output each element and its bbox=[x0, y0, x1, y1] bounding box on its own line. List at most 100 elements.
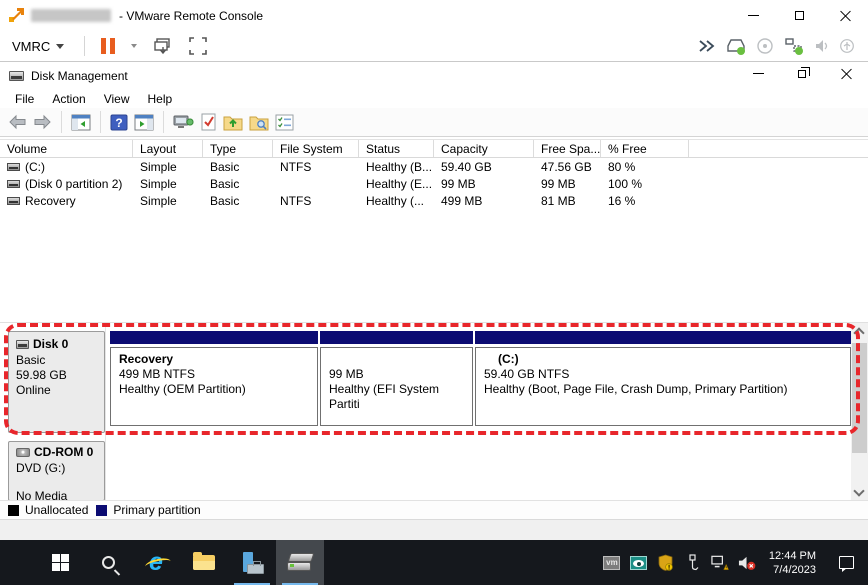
back-icon[interactable] bbox=[8, 114, 27, 130]
table-row[interactable]: (Disk 0 partition 2) Simple Basic Health… bbox=[0, 175, 868, 192]
chevron-down-icon bbox=[56, 44, 64, 49]
usb-tray-button[interactable] bbox=[684, 554, 702, 572]
volume-capacity: 99 MB bbox=[434, 177, 534, 191]
pane-divider bbox=[105, 323, 106, 501]
dm-minimize-button[interactable] bbox=[736, 60, 780, 86]
vmware-tools-tray-button[interactable]: vm bbox=[603, 554, 621, 572]
volume-icon bbox=[7, 180, 20, 188]
system-tray: vm bbox=[603, 540, 868, 585]
security-tray-button[interactable] bbox=[657, 554, 675, 572]
dm-restore-button[interactable] bbox=[780, 60, 824, 86]
suspend-button[interactable] bbox=[93, 31, 123, 61]
disk-management-taskbar-button[interactable] bbox=[276, 540, 324, 585]
partition-recovery[interactable]: Recovery 499 MB NTFS Healthy (OEM Partit… bbox=[110, 331, 318, 433]
server-manager-button[interactable] bbox=[228, 540, 276, 585]
partition-color-bar bbox=[320, 331, 473, 344]
help-icon[interactable]: ? bbox=[110, 114, 128, 131]
partition-size: 59.40 GB NTFS bbox=[484, 367, 842, 382]
console-tree-icon[interactable] bbox=[71, 114, 91, 131]
partition-title: Recovery bbox=[119, 352, 309, 367]
volume-layout: Simple bbox=[133, 160, 203, 174]
send-ctrl-alt-del-button[interactable] bbox=[145, 31, 181, 61]
vertical-scrollbar[interactable] bbox=[851, 323, 868, 501]
table-row[interactable]: Recovery Simple Basic NTFS Healthy (... … bbox=[0, 192, 868, 209]
cdrom0-label-panel[interactable]: CD-ROM 0 DVD (G:) No Media bbox=[8, 441, 105, 501]
window-controls bbox=[730, 0, 868, 31]
column-header-status[interactable]: Status bbox=[359, 140, 434, 157]
volume-type: Basic bbox=[203, 160, 273, 174]
vmrc-menu-button[interactable]: VMRC bbox=[0, 31, 76, 61]
column-header-pct-free[interactable]: % Free bbox=[601, 140, 689, 157]
scroll-up-icon[interactable] bbox=[853, 327, 864, 338]
table-row[interactable]: (C:) Simple Basic NTFS Healthy (B... 59.… bbox=[0, 158, 868, 175]
viewer-tray-button[interactable] bbox=[630, 554, 648, 572]
expand-toolbar-icon[interactable] bbox=[698, 40, 716, 52]
start-button[interactable] bbox=[36, 540, 84, 585]
volume-pct-free: 80 % bbox=[601, 160, 689, 174]
column-header-volume[interactable]: Volume bbox=[0, 140, 133, 157]
forward-icon[interactable] bbox=[33, 114, 52, 130]
taskbar: e vm bbox=[0, 540, 868, 585]
column-header-layout[interactable]: Layout bbox=[133, 140, 203, 157]
graphical-view-pane: Disk 0 Basic 59.98 GB Online Recovery 49… bbox=[0, 322, 868, 500]
scrollbar-thumb[interactable] bbox=[852, 343, 867, 453]
folder-up-icon[interactable] bbox=[223, 114, 243, 131]
usb-device-icon[interactable] bbox=[840, 38, 854, 54]
menu-view[interactable]: View bbox=[95, 89, 139, 108]
sound-device-icon[interactable] bbox=[814, 38, 830, 54]
cd-device-icon[interactable] bbox=[756, 37, 774, 55]
folder-search-icon[interactable] bbox=[249, 114, 269, 131]
dm-close-button[interactable] bbox=[824, 60, 868, 86]
disk-icon bbox=[16, 340, 29, 349]
disk-management-title: Disk Management bbox=[31, 69, 128, 83]
remote-computer-icon[interactable] bbox=[173, 114, 194, 131]
cd-rom-icon bbox=[16, 448, 30, 457]
search-button[interactable] bbox=[84, 540, 132, 585]
network-device-icon[interactable] bbox=[784, 37, 804, 55]
clock-date: 7/4/2023 bbox=[769, 563, 816, 577]
hard-disk-device-icon[interactable] bbox=[726, 37, 746, 55]
volume-tray-button[interactable] bbox=[738, 554, 756, 572]
minimize-button[interactable] bbox=[730, 0, 776, 31]
scroll-down-icon[interactable] bbox=[853, 485, 864, 496]
volume-pct-free: 100 % bbox=[601, 177, 689, 191]
close-button[interactable] bbox=[822, 0, 868, 31]
network-tray-button[interactable] bbox=[711, 554, 729, 572]
disk0-label-panel[interactable]: Disk 0 Basic 59.98 GB Online bbox=[8, 331, 105, 433]
column-header-type[interactable]: Type bbox=[203, 140, 273, 157]
file-explorer-button[interactable] bbox=[180, 540, 228, 585]
column-header-free-space[interactable]: Free Spa... bbox=[534, 140, 601, 157]
action-pane-icon[interactable] bbox=[134, 114, 154, 131]
partition-color-bar bbox=[475, 331, 851, 344]
taskbar-clock[interactable]: 12:44 PM 7/4/2023 bbox=[765, 549, 822, 577]
vmware-tools-icon: vm bbox=[603, 556, 620, 570]
volume-muted-icon bbox=[738, 555, 756, 571]
disk-management-titlebar: Disk Management bbox=[0, 62, 868, 89]
disk-management-app-icon bbox=[9, 71, 24, 81]
partition-health: Healthy (Boot, Page File, Crash Dump, Pr… bbox=[484, 382, 842, 397]
dm-window-controls bbox=[736, 60, 868, 91]
legend-unallocated-label: Unallocated bbox=[25, 503, 88, 517]
volume-free: 81 MB bbox=[534, 194, 601, 208]
menu-help[interactable]: Help bbox=[139, 89, 182, 108]
power-options-dropdown[interactable] bbox=[123, 31, 145, 61]
partition-efi[interactable]: 99 MB Healthy (EFI System Partiti bbox=[320, 331, 473, 433]
checklist-icon[interactable] bbox=[275, 114, 294, 131]
check-document-icon[interactable] bbox=[200, 113, 217, 131]
internet-explorer-button[interactable]: e bbox=[132, 540, 180, 585]
cdrom0-drive: DVD (G:) bbox=[16, 461, 97, 476]
disk-management-icon bbox=[287, 553, 313, 573]
usb-icon bbox=[686, 554, 699, 571]
action-center-icon[interactable] bbox=[839, 556, 854, 569]
vmware-logo-icon bbox=[8, 8, 25, 23]
column-header-capacity[interactable]: Capacity bbox=[434, 140, 534, 157]
shield-warning-icon bbox=[658, 554, 673, 571]
vmware-titlebar: - VMware Remote Console bbox=[0, 0, 868, 31]
maximize-button[interactable] bbox=[776, 0, 822, 31]
partition-c[interactable]: (C:) 59.40 GB NTFS Healthy (Boot, Page F… bbox=[475, 331, 851, 433]
menu-file[interactable]: File bbox=[6, 89, 43, 108]
fullscreen-button[interactable] bbox=[181, 31, 215, 61]
column-header-file-system[interactable]: File System bbox=[273, 140, 359, 157]
volume-free: 47.56 GB bbox=[534, 160, 601, 174]
menu-action[interactable]: Action bbox=[43, 89, 94, 108]
